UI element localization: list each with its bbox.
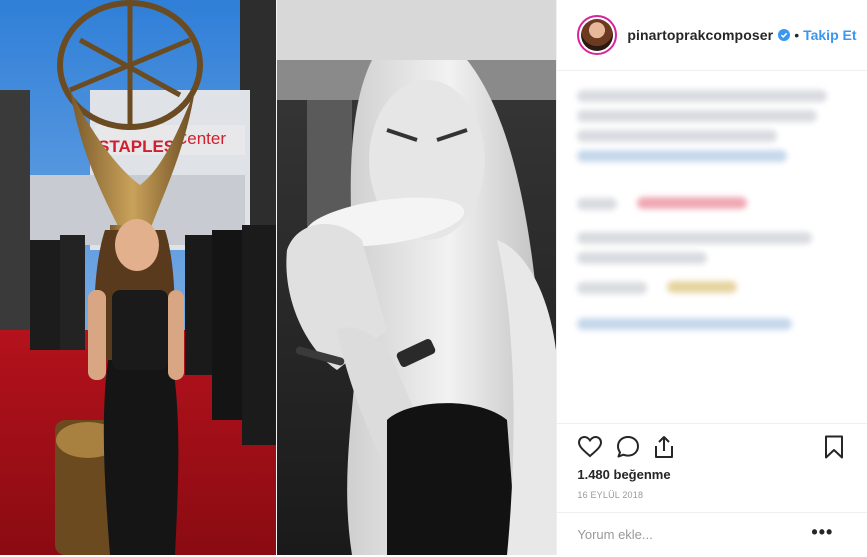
more-options-button[interactable]: •••	[807, 519, 837, 545]
post-header: pinartoprakcomposer • Takip Et	[557, 0, 867, 71]
separator-dot: •	[794, 27, 800, 43]
blurred-comment-line	[577, 252, 708, 264]
photo-black-white	[277, 0, 557, 555]
blurred-comment-line	[577, 232, 813, 244]
post-date[interactable]: 16 EYLÜL 2018	[577, 490, 643, 500]
blurred-caption-line	[577, 150, 788, 162]
photo-red-carpet: STAPLES Center	[0, 0, 277, 555]
comment-input[interactable]	[577, 521, 798, 547]
bookmark-icon[interactable]	[821, 434, 847, 460]
blurred-caption-line	[577, 110, 818, 122]
post-media[interactable]: STAPLES Center	[0, 0, 557, 555]
verified-badge-icon	[778, 29, 791, 41]
blurred-caption-line	[577, 90, 828, 102]
comments-list[interactable]	[577, 82, 847, 422]
heart-icon[interactable]	[577, 434, 603, 460]
blurred-comment-line	[577, 318, 793, 330]
instagram-post: STAPLES Center pinartoprakcomposer • Tak…	[0, 0, 867, 555]
share-icon[interactable]	[651, 434, 677, 460]
blurred-comment-line	[637, 197, 748, 209]
action-icons	[577, 434, 847, 464]
blurred-comment-line	[667, 281, 738, 293]
blurred-comment-line	[577, 198, 618, 210]
username-link[interactable]: pinartoprakcomposer	[627, 27, 773, 43]
avatar[interactable]	[577, 15, 618, 55]
avatar-image	[581, 19, 614, 51]
comment-icon[interactable]	[615, 434, 641, 460]
blurred-caption-line	[577, 130, 778, 142]
likes-count[interactable]: 1.480 beğenme	[577, 467, 670, 482]
svg-text:STAPLES: STAPLES	[98, 137, 175, 156]
comment-box: •••	[557, 512, 867, 557]
post-sidebar: pinartoprakcomposer • Takip Et 1.480 beğ…	[556, 0, 867, 555]
blurred-comment-line	[577, 282, 648, 294]
post-actions: 1.480 beğenme 16 EYLÜL 2018 •••	[557, 423, 867, 556]
follow-button[interactable]: Takip Et	[803, 27, 856, 43]
